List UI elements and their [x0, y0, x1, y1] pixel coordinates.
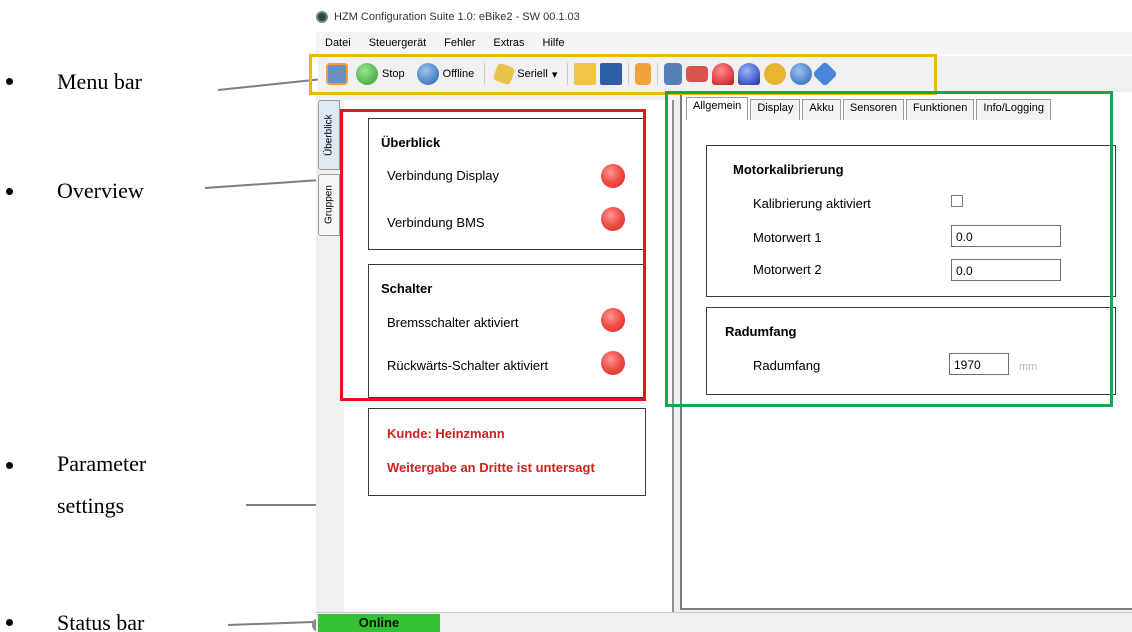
menu-fehler[interactable]: Fehler — [435, 37, 484, 49]
app-logo-icon — [316, 11, 328, 23]
menu-steuergeraet[interactable]: Steuergerät — [360, 37, 435, 49]
annotation-parameter-settings-line2: settings — [57, 493, 125, 518]
side-tabs: Überblick Gruppen — [318, 100, 342, 236]
bullet-overview — [6, 188, 13, 195]
menu-bar-highlight — [309, 54, 937, 95]
bullet-menu-bar — [6, 78, 13, 85]
annotation-parameter-settings-line1: Parameter — [57, 451, 147, 476]
window-title: HZM Configuration Suite 1.0: eBike2 - SW… — [334, 11, 580, 23]
menu-datei[interactable]: Datei — [316, 37, 360, 49]
bullet-parameter-settings — [6, 462, 13, 469]
customer-name: Kunde: Heinzmann — [387, 426, 505, 441]
annotation-menu-bar: Menu bar — [57, 69, 142, 94]
menu-bar: Datei Steuergerät Fehler Extras Hilfe — [316, 32, 1132, 54]
side-tab-gruppen[interactable]: Gruppen — [318, 174, 340, 236]
overview-highlight — [340, 109, 646, 401]
side-tab-ueberblick[interactable]: Überblick — [318, 100, 340, 170]
window-titlebar: HZM Configuration Suite 1.0: eBike2 - SW… — [316, 6, 580, 28]
annotation-status-bar: Status bar — [57, 610, 145, 632]
leader-status-bar — [227, 620, 320, 626]
customer-info-box: Kunde: Heinzmann Weitergabe an Dritte is… — [368, 408, 646, 496]
online-status-badge: Online — [318, 614, 440, 632]
parameter-settings-highlight — [665, 91, 1113, 407]
customer-notice: Weitergabe an Dritte ist untersagt — [387, 460, 595, 475]
menu-extras[interactable]: Extras — [484, 37, 533, 49]
menu-hilfe[interactable]: Hilfe — [534, 37, 574, 49]
annotation-overview: Overview — [57, 178, 144, 203]
bullet-status-bar — [6, 619, 13, 626]
